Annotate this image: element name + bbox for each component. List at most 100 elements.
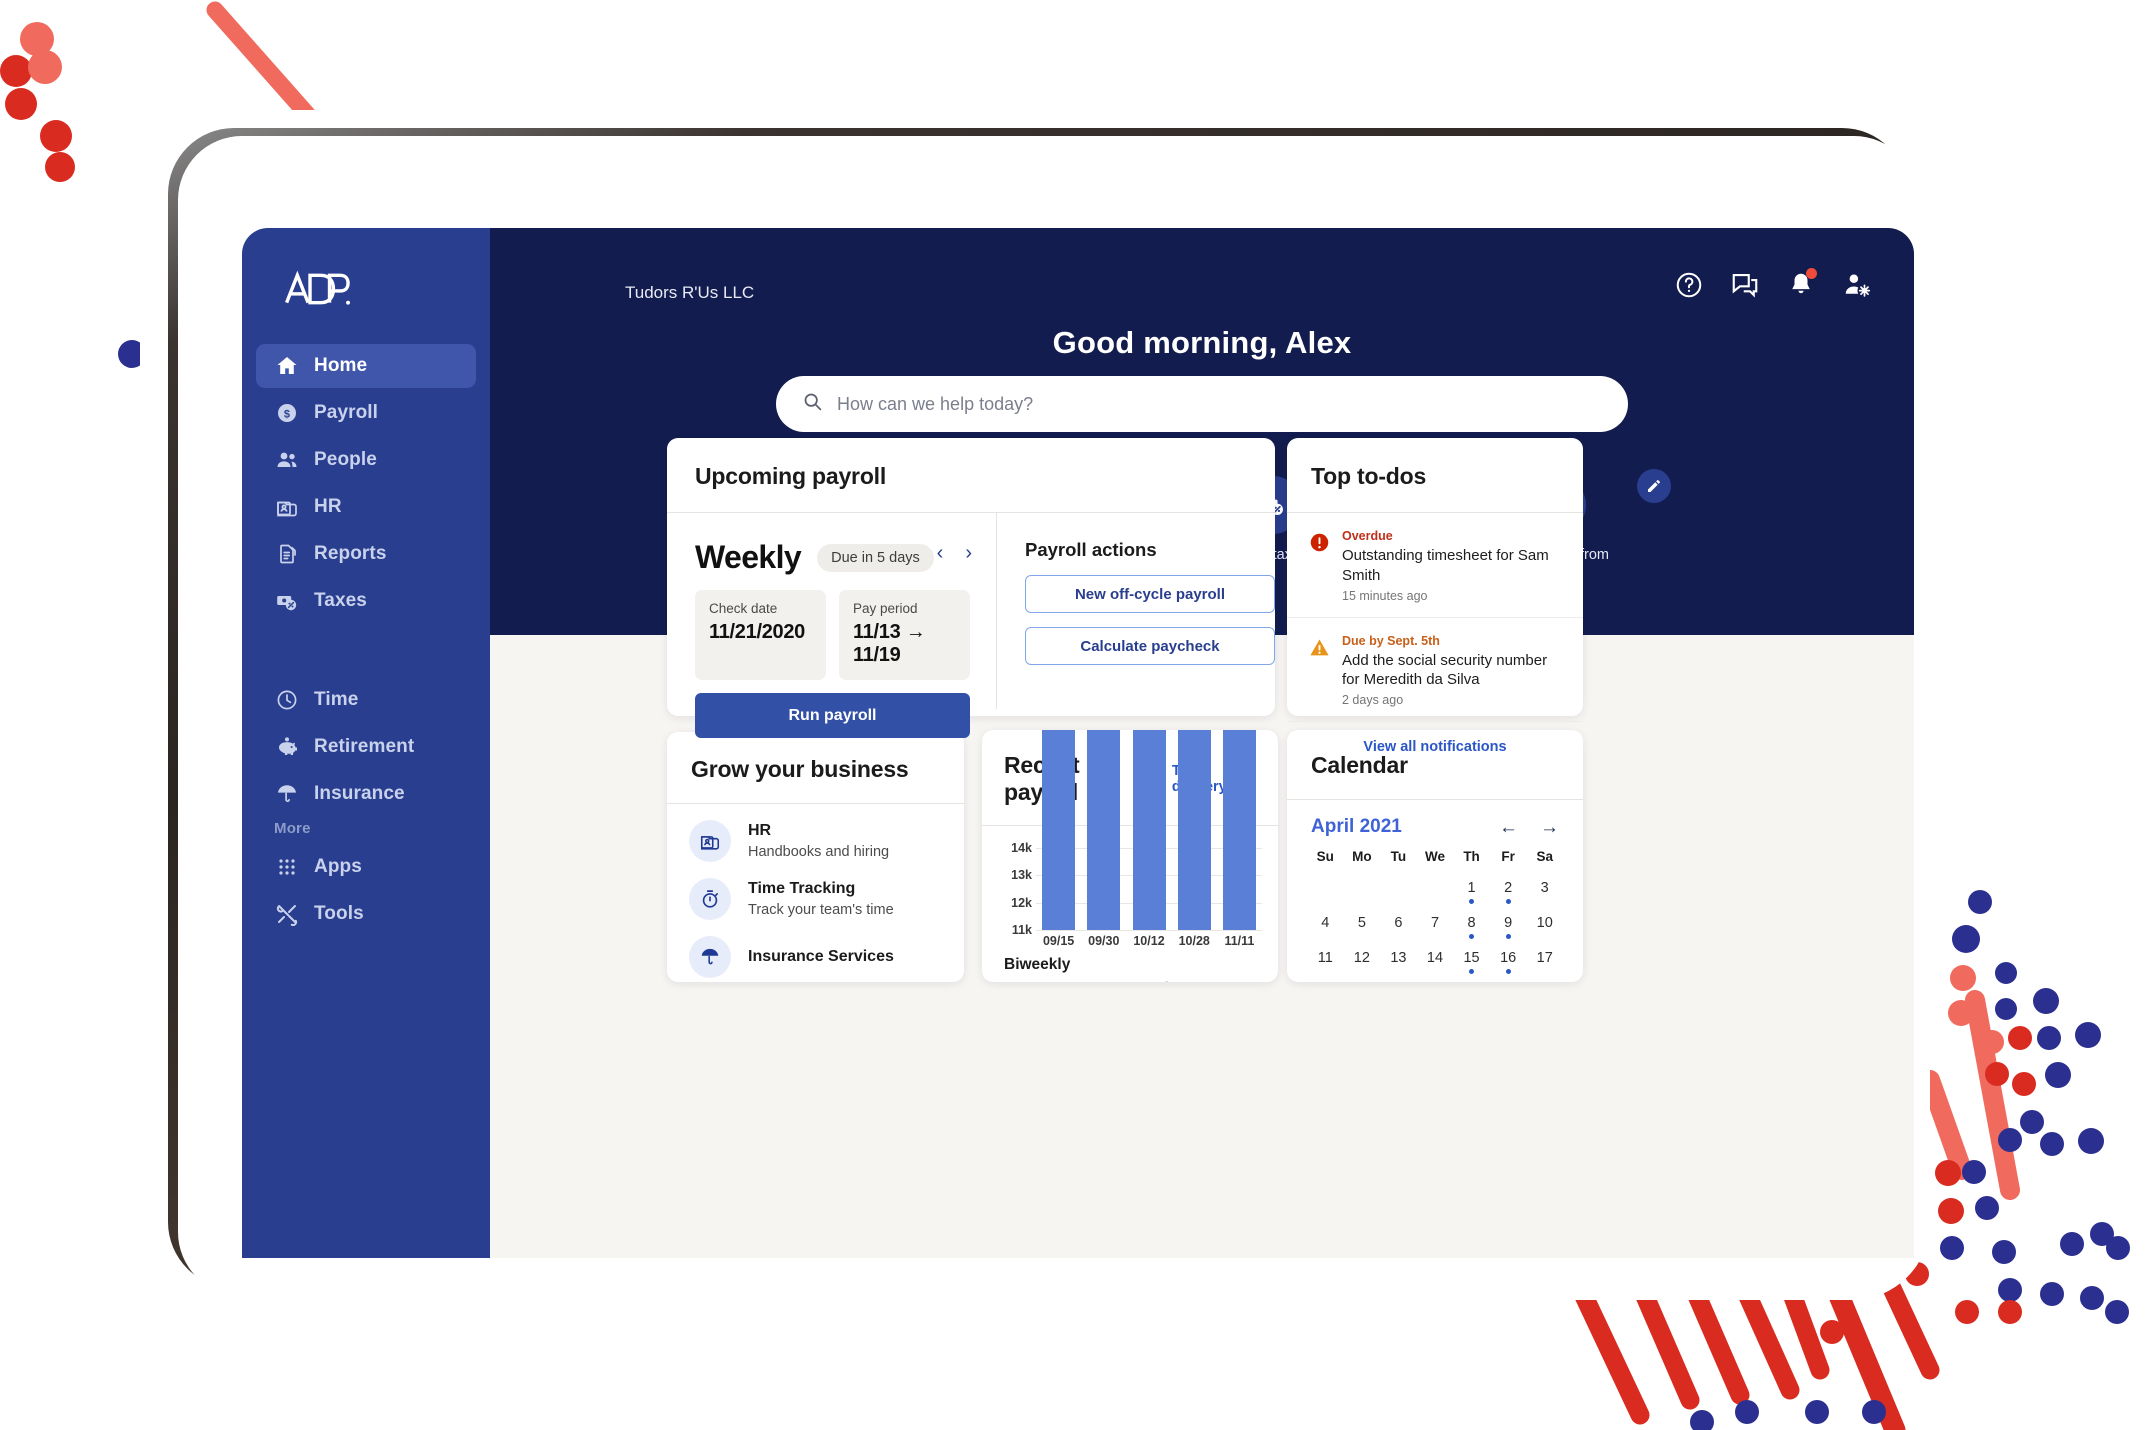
calendar-dow: Tu xyxy=(1390,849,1407,864)
calendar-day[interactable]: 4 xyxy=(1307,907,1344,942)
screenshot-root: Home $ Payroll People HR Reports Taxes T… xyxy=(0,0,2152,1430)
deco-dot xyxy=(1985,1062,2009,1086)
calendar-day[interactable]: 9 xyxy=(1490,907,1527,942)
prev-payroll-button[interactable]: ‹ xyxy=(937,543,944,563)
sidebar-item-label: Taxes xyxy=(314,590,367,611)
sidebar-item-apps[interactable]: Apps xyxy=(256,845,476,889)
calculate-paycheck-button[interactable]: Calculate paycheck xyxy=(1025,627,1275,665)
calendar-day[interactable]: 5 xyxy=(1344,907,1381,942)
sidebar-item-retirement[interactable]: Retirement xyxy=(256,725,476,769)
sidebar-item-label: Time xyxy=(314,689,359,710)
recent-payroll-chart: 11k 12k 13k 14k 09/15 09/30 10/12 10/28 11/11 xyxy=(998,730,1262,950)
calendar-event-dot xyxy=(1505,934,1511,939)
sidebar-item-time[interactable]: Time xyxy=(256,678,476,722)
grid-apps-icon xyxy=(274,855,299,880)
calendar-day[interactable]: 16 xyxy=(1490,942,1527,977)
todo-text: Outstanding timesheet for Sam Smith xyxy=(1342,547,1549,584)
deco-dot xyxy=(45,152,75,182)
sidebar-item-label: Home xyxy=(314,355,368,376)
todo-item[interactable]: Overdue Outstanding timesheet for Sam Sm… xyxy=(1287,513,1583,618)
grow-business-card: Grow your business HR Handbooks and hiri… xyxy=(667,732,964,982)
deco-dot xyxy=(2090,1222,2114,1246)
calendar-day[interactable]: 1 xyxy=(1453,872,1490,907)
calendar-day[interactable]: 2 xyxy=(1490,872,1527,907)
next-payroll-button[interactable]: › xyxy=(965,543,972,563)
chart-bar-group xyxy=(1081,730,1126,930)
chat-icon[interactable] xyxy=(1730,270,1760,300)
calendar-dow: We xyxy=(1424,849,1445,864)
calendar-day[interactable]: 13 xyxy=(1380,942,1417,977)
calendar-day[interactable]: 6 xyxy=(1380,907,1417,942)
deco-dot xyxy=(1820,1320,1844,1344)
sidebar-item-home[interactable]: Home xyxy=(256,344,476,388)
stopwatch-icon xyxy=(689,878,731,920)
sidebar-item-hr[interactable]: HR xyxy=(256,485,476,529)
calendar-day[interactable]: 15 xyxy=(1453,942,1490,977)
top-todos-title: Top to-dos xyxy=(1311,463,1427,489)
todo-item[interactable]: Due by Sept. 5th Add the social security… xyxy=(1287,618,1583,723)
sidebar: Home $ Payroll People HR Reports Taxes T… xyxy=(242,228,490,1258)
run-payroll-button[interactable]: Run payroll xyxy=(695,693,970,738)
calendar-day[interactable]: 11 xyxy=(1307,942,1344,977)
sidebar-nav-secondary: Time Retirement Insurance xyxy=(242,678,490,816)
chart-bar-group xyxy=(1036,730,1081,930)
grow-item[interactable]: Insurance Services xyxy=(667,920,964,978)
calendar-day[interactable]: 8 xyxy=(1453,907,1490,942)
search-input[interactable] xyxy=(837,393,1602,415)
dollar-coin-icon: $ xyxy=(274,401,299,426)
help-icon[interactable] xyxy=(1674,270,1704,300)
grow-item-name: Insurance Services xyxy=(748,948,894,965)
deco-dot xyxy=(1995,962,2017,984)
deco-dot xyxy=(1962,1160,1986,1184)
grow-item[interactable]: Time Tracking Track your team's time xyxy=(667,862,964,920)
calendar-next-button[interactable]: → xyxy=(1540,818,1559,837)
sidebar-item-taxes[interactable]: Taxes xyxy=(256,579,476,623)
calendar-event-dot xyxy=(1505,899,1511,904)
calendar-blank xyxy=(1417,872,1454,907)
calendar-day[interactable]: 17 xyxy=(1526,942,1563,977)
pencil-icon[interactable] xyxy=(1637,469,1671,503)
todo-timestamp: 2 days ago xyxy=(1342,693,1404,708)
chart-ytick: 14k xyxy=(1011,840,1032,855)
new-offcycle-payroll-button[interactable]: New off-cycle payroll xyxy=(1025,575,1275,613)
deco-dot xyxy=(5,88,37,120)
deco-dot xyxy=(2040,1282,2064,1306)
calendar-dow: Th xyxy=(1463,849,1480,864)
sidebar-item-people[interactable]: People xyxy=(256,438,476,482)
search-bar[interactable] xyxy=(776,376,1628,432)
sidebar-item-label: Tools xyxy=(314,903,364,924)
grow-item-desc: Track your team's time xyxy=(748,902,894,918)
check-date-label: Check date xyxy=(709,601,778,616)
sidebar-item-tools[interactable]: Tools xyxy=(256,892,476,936)
recent-payroll-card: Recent payroll Track delivery 11k12k13k xyxy=(982,730,1278,982)
bell-icon[interactable] xyxy=(1786,268,1817,300)
calendar-day[interactable]: 7 xyxy=(1417,907,1454,942)
deco-dot xyxy=(1950,965,1976,991)
tax-money-icon xyxy=(274,589,299,614)
deco-dot xyxy=(1955,1300,1979,1324)
deco-dot xyxy=(1995,998,2017,1020)
calendar-blank xyxy=(1380,872,1417,907)
people-icon xyxy=(274,448,299,473)
calendar-day[interactable]: 10 xyxy=(1526,907,1563,942)
calendar-day[interactable]: 3 xyxy=(1526,872,1563,907)
grow-item[interactable]: HR Handbooks and hiring xyxy=(667,804,964,862)
chart-x-axis: 09/15 09/30 10/12 10/28 11/11 xyxy=(1036,934,1262,948)
deco-dot xyxy=(1940,1236,1964,1260)
view-all-notifications-link[interactable]: View all notifications xyxy=(1287,722,1583,755)
payroll-actions-title: Payroll actions xyxy=(1025,539,1157,560)
calendar-dow: Sa xyxy=(1536,849,1553,864)
sidebar-item-reports[interactable]: Reports xyxy=(256,532,476,576)
document-icon xyxy=(274,542,299,567)
sidebar-item-insurance[interactable]: Insurance xyxy=(256,772,476,816)
chart-bar-group xyxy=(1172,730,1217,930)
calendar-day[interactable]: 12 xyxy=(1344,942,1381,977)
chart-bar-group xyxy=(1126,730,1171,930)
deco-dot xyxy=(1805,1400,1829,1424)
sidebar-item-payroll[interactable]: $ Payroll xyxy=(256,391,476,435)
chart-plot-area xyxy=(1036,730,1262,931)
grow-business-title: Grow your business xyxy=(691,756,909,782)
calendar-prev-button[interactable]: ← xyxy=(1499,818,1518,837)
user-settings-icon[interactable] xyxy=(1842,270,1872,300)
calendar-day[interactable]: 14 xyxy=(1417,942,1454,977)
